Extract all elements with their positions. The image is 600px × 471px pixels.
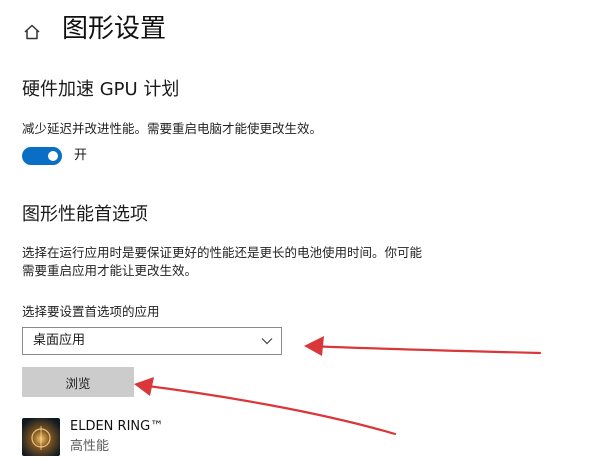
page-title: 图形设置: [62, 14, 167, 44]
elden-ring-app-icon[interactable]: [22, 418, 60, 456]
section-title-graphics-preference: 图形性能首选项: [22, 204, 148, 225]
app-type-select[interactable]: 桌面应用: [22, 327, 282, 355]
app-performance-preference: 高性能: [70, 439, 110, 454]
app-select-label: 选择要设置首选项的应用: [22, 304, 160, 319]
graphics-preference-description-line1: 选择在运行应用时是要保证更好的性能还是更长的电池使用时间。你可能: [22, 245, 423, 260]
app-name[interactable]: ELDEN RING™: [70, 418, 163, 436]
home-icon[interactable]: [22, 22, 42, 42]
section-title-gpu-scheduling: 硬件加速 GPU 计划: [22, 79, 180, 100]
annotation-arrow-select: [304, 336, 542, 356]
graphics-preference-description-line2: 需要重启应用才能让更改生效。: [22, 263, 198, 278]
gpu-scheduling-toggle[interactable]: [22, 147, 62, 165]
gpu-scheduling-description: 减少延迟并改进性能。需要重启电脑才能使更改生效。: [22, 121, 323, 136]
toggle-state-label: 开: [74, 148, 88, 163]
app-type-select-value: 桌面应用: [33, 333, 86, 348]
browse-button[interactable]: 浏览: [22, 367, 134, 397]
annotation-arrow-browse: [134, 377, 397, 436]
annotation-arrows: [134, 336, 542, 436]
toggle-knob: [48, 151, 58, 161]
chevron-down-icon: [261, 338, 273, 345]
